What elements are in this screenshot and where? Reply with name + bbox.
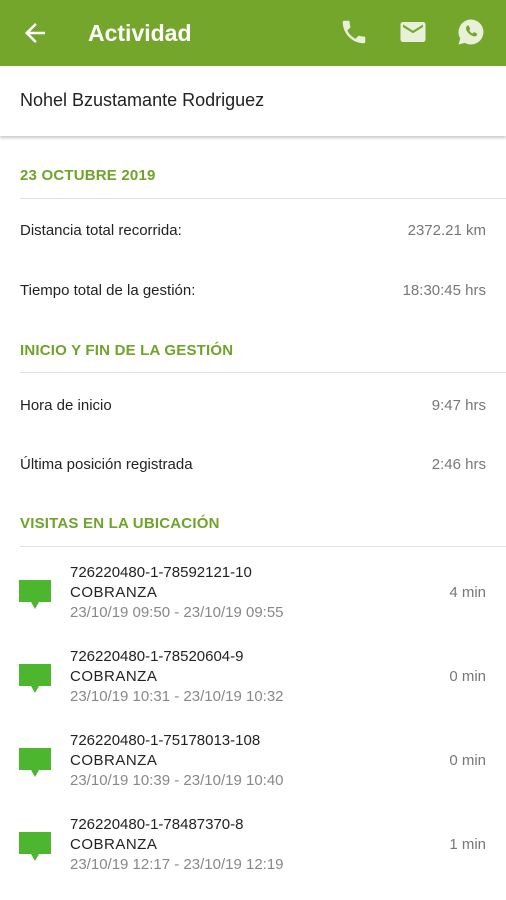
visits-header: VISITAS EN LA UBICACIÓN — [20, 515, 220, 532]
distance-label: Distancia total recorrida: — [20, 222, 182, 239]
visit-duration: 4 min — [449, 584, 486, 601]
app-bar: Actividad — [0, 0, 506, 66]
visit-code: 726220480-1-78487370-8 — [70, 816, 244, 833]
start-time-value: 9:47 hrs — [431, 397, 486, 414]
arrow-back-icon[interactable] — [20, 18, 50, 48]
visit-duration: 0 min — [449, 752, 486, 769]
chat-bubble-icon — [19, 832, 51, 862]
divider — [20, 372, 506, 373]
whatsapp-icon[interactable] — [456, 17, 486, 47]
visit-item[interactable]: 726220480-1-78520604-9 COBRANZA 23/10/19… — [0, 646, 506, 730]
visit-item[interactable]: 726220480-1-75178013-108 COBRANZA 23/10/… — [0, 730, 506, 814]
date-header: 23 OCTUBRE 2019 — [20, 167, 156, 184]
divider — [20, 198, 506, 199]
last-position-label: Última posición registrada — [20, 456, 193, 473]
visit-time-range: 23/10/19 12:17 - 23/10/19 12:19 — [70, 856, 284, 873]
visit-time-range: 23/10/19 09:50 - 23/10/19 09:55 — [70, 604, 284, 621]
chat-bubble-icon — [19, 580, 51, 610]
visit-item[interactable]: 726220480-1-78487370-8 COBRANZA 23/10/19… — [0, 814, 506, 898]
distance-value: 2372.21 km — [407, 222, 486, 239]
visit-duration: 0 min — [449, 668, 486, 685]
start-time-label: Hora de inicio — [20, 397, 112, 414]
visit-type: COBRANZA — [70, 836, 158, 853]
visit-time-range: 23/10/19 10:31 - 23/10/19 10:32 — [70, 688, 284, 705]
mail-icon[interactable] — [398, 17, 428, 47]
management-header: INICIO Y FIN DE LA GESTIÓN — [20, 342, 234, 359]
visit-code: 726220480-1-78592121-10 — [70, 564, 252, 581]
visit-duration: 1 min — [449, 836, 486, 853]
visit-type: COBRANZA — [70, 584, 158, 601]
visit-code: 726220480-1-78520604-9 — [70, 648, 244, 665]
phone-icon[interactable] — [339, 17, 369, 47]
visit-type: COBRANZA — [70, 668, 158, 685]
time-label: Tiempo total de la gestión: — [20, 282, 196, 299]
last-position-value: 2:46 hrs — [431, 456, 486, 473]
time-value: 18:30:45 hrs — [402, 282, 486, 299]
visit-type: COBRANZA — [70, 752, 158, 769]
person-name: Nohel Bzustamante Rodriguez — [20, 90, 265, 110]
visit-item[interactable]: 726220480-1-78592121-10 COBRANZA 23/10/1… — [0, 562, 506, 646]
visit-code: 726220480-1-75178013-108 — [70, 732, 261, 749]
chat-bubble-icon — [19, 664, 51, 694]
page-title: Actividad — [88, 20, 192, 46]
visit-time-range: 23/10/19 10:39 - 23/10/19 10:40 — [70, 772, 284, 789]
divider — [20, 546, 506, 547]
chat-bubble-icon — [19, 748, 51, 778]
person-card: Nohel Bzustamante Rodriguez — [0, 66, 506, 136]
